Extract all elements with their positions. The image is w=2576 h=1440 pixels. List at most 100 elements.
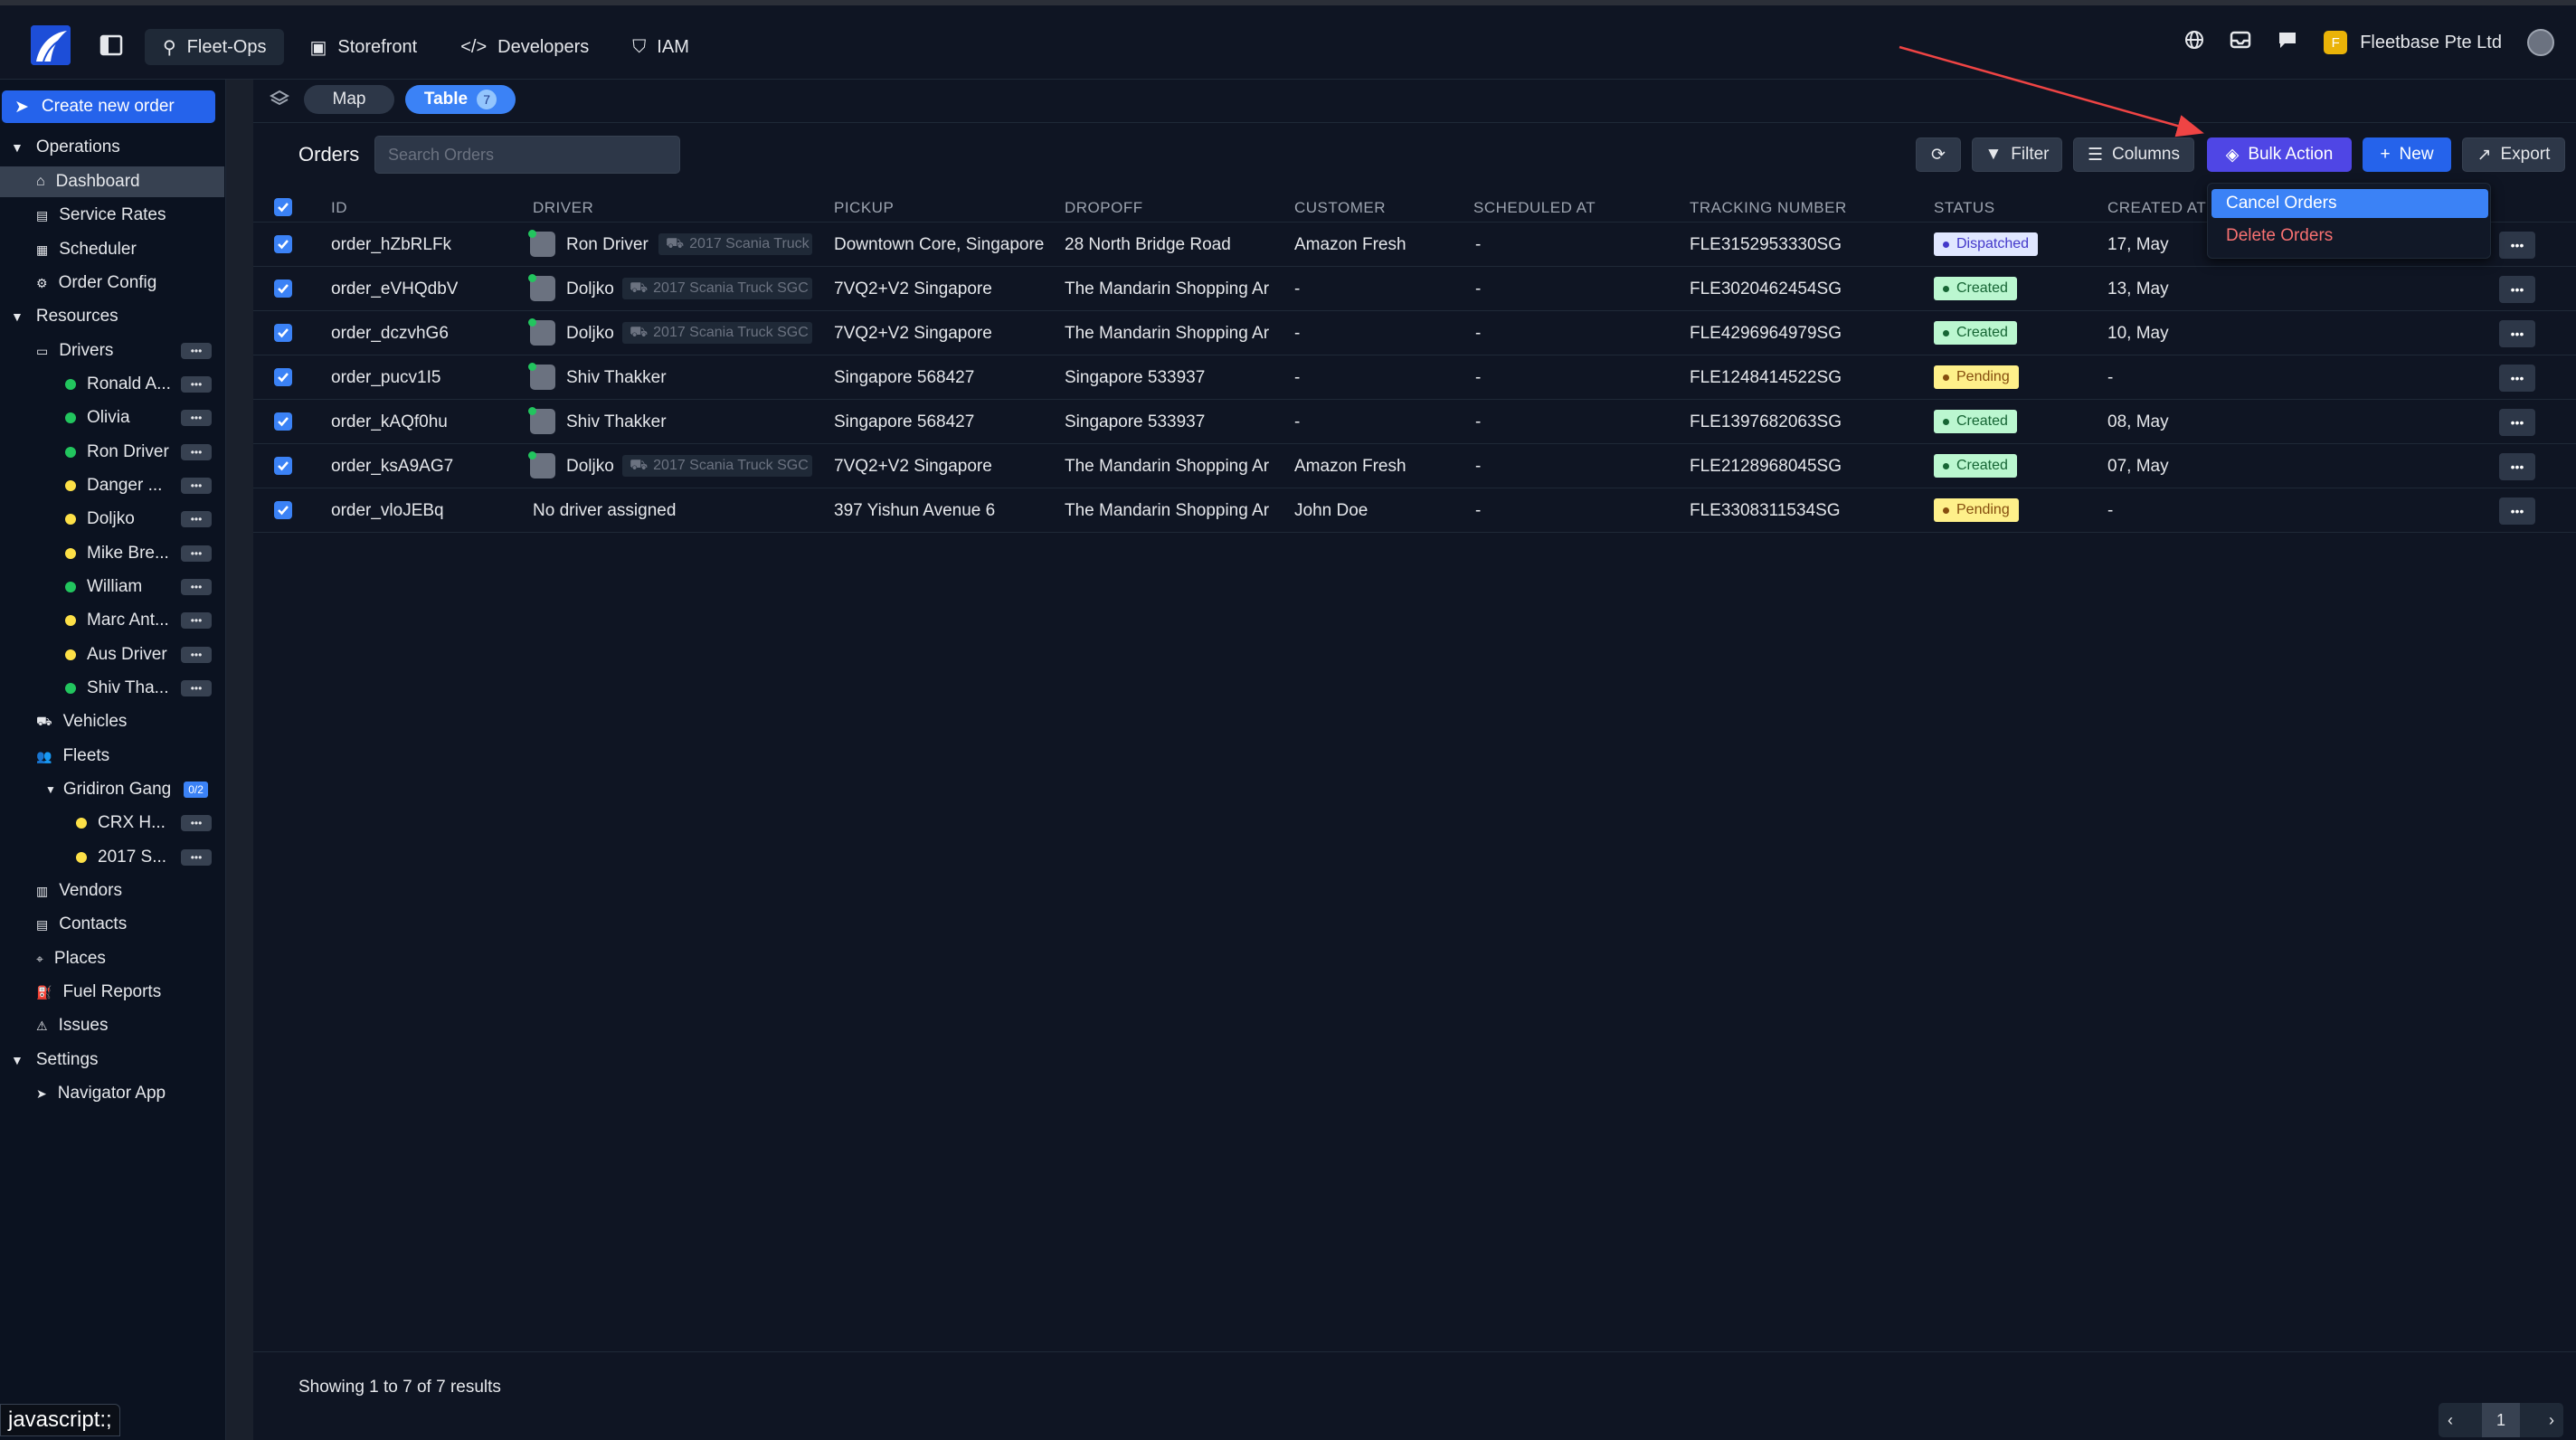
- more-options-button[interactable]: •••: [181, 545, 212, 562]
- row-checkbox[interactable]: [274, 501, 292, 519]
- column-header[interactable]: DROPOFF: [1065, 199, 1143, 217]
- more-options-button[interactable]: •••: [181, 478, 212, 494]
- fleet-vehicle-item[interactable]: 2017 S... •••: [0, 842, 224, 873]
- columns-button[interactable]: ☰ Columns: [2073, 137, 2194, 172]
- order-id[interactable]: order_pucv1I5: [331, 368, 440, 388]
- table-row[interactable]: order_dczvhG6 Doljko ⛟ 2017 Scania Truck …: [253, 311, 2576, 355]
- driver-item[interactable]: Aus Driver •••: [0, 639, 224, 670]
- order-id[interactable]: order_kAQf0hu: [331, 412, 448, 432]
- row-actions-button[interactable]: •••: [2499, 453, 2535, 480]
- sidebar-item-scheduler[interactable]: ▦ Scheduler: [0, 234, 224, 265]
- driver-item[interactable]: Olivia •••: [0, 403, 224, 433]
- column-header[interactable]: ID: [331, 199, 347, 217]
- section-resources[interactable]: ▼ Resources: [0, 301, 224, 332]
- more-options-button[interactable]: •••: [181, 647, 212, 663]
- more-options-button[interactable]: •••: [181, 815, 212, 831]
- row-actions-button[interactable]: •••: [2499, 276, 2535, 303]
- export-button[interactable]: ↗ Export: [2462, 137, 2565, 172]
- sidebar-item-vehicles[interactable]: ⛟ Vehicles: [0, 706, 224, 737]
- driver-item[interactable]: Doljko •••: [0, 504, 224, 535]
- row-actions-button[interactable]: •••: [2499, 365, 2535, 392]
- order-id[interactable]: order_vloJEBq: [331, 501, 444, 521]
- select-all-checkbox[interactable]: [274, 198, 292, 216]
- driver-name[interactable]: Doljko: [566, 457, 614, 477]
- row-checkbox[interactable]: [274, 324, 292, 342]
- column-header[interactable]: DRIVER: [533, 199, 593, 217]
- sidebar-item-places[interactable]: ⌖ Places: [0, 943, 224, 974]
- sidebar-item-issues[interactable]: ⚠ Issues: [0, 1010, 224, 1041]
- nav-fleet-ops[interactable]: ⚲ Fleet-Ops: [145, 29, 285, 65]
- filter-button[interactable]: ▼ Filter: [1972, 137, 2062, 172]
- refresh-button[interactable]: ⟳: [1916, 137, 1961, 172]
- more-options-button[interactable]: •••: [181, 849, 212, 866]
- tab-table[interactable]: Table 7: [405, 85, 516, 114]
- driver-name[interactable]: Ron Driver: [566, 235, 649, 255]
- column-header[interactable]: TRACKING NUMBER: [1690, 199, 1847, 217]
- globe-icon[interactable]: [2184, 30, 2204, 55]
- page-number[interactable]: 1: [2482, 1403, 2520, 1437]
- column-header[interactable]: STATUS: [1934, 199, 1995, 217]
- nav-iam[interactable]: ⛉ IAM: [614, 29, 707, 65]
- driver-name[interactable]: Shiv Thakker: [566, 412, 667, 432]
- cancel-orders-menu-item[interactable]: Cancel Orders: [2211, 189, 2488, 218]
- fleetbase-logo[interactable]: [31, 25, 71, 65]
- table-row[interactable]: order_vloJEBq No driver assigned 397 Yis…: [253, 488, 2576, 533]
- column-header[interactable]: PICKUP: [834, 199, 894, 217]
- more-options-button[interactable]: •••: [181, 343, 212, 359]
- row-checkbox[interactable]: [274, 279, 292, 298]
- row-checkbox[interactable]: [274, 368, 292, 386]
- chat-icon[interactable]: [2277, 30, 2298, 55]
- fleet-item[interactable]: ▼ Gridiron Gang 0/2: [0, 774, 224, 805]
- chevron-left-icon[interactable]: ‹: [2448, 1411, 2453, 1430]
- row-actions-button[interactable]: •••: [2499, 409, 2535, 436]
- more-options-button[interactable]: •••: [181, 579, 212, 595]
- table-row[interactable]: order_ksA9AG7 Doljko ⛟ 2017 Scania Truck …: [253, 444, 2576, 488]
- driver-name[interactable]: Doljko: [566, 279, 614, 299]
- more-options-button[interactable]: •••: [181, 444, 212, 460]
- more-options-button[interactable]: •••: [181, 612, 212, 629]
- row-checkbox[interactable]: [274, 412, 292, 431]
- nav-developers[interactable]: </> Developers: [442, 29, 607, 65]
- driver-item[interactable]: Marc Ant... •••: [0, 605, 224, 636]
- column-header[interactable]: CUSTOMER: [1294, 199, 1386, 217]
- column-header[interactable]: CREATED AT: [2107, 199, 2206, 217]
- tab-map[interactable]: Map: [304, 85, 394, 114]
- new-order-button[interactable]: + New: [2363, 137, 2451, 172]
- row-actions-button[interactable]: •••: [2499, 497, 2535, 525]
- sidebar-item-fuel-reports[interactable]: ⛽ Fuel Reports: [0, 977, 224, 1008]
- driver-name[interactable]: Shiv Thakker: [566, 368, 667, 388]
- sidebar-item-contacts[interactable]: ▤ Contacts: [0, 909, 224, 940]
- sidebar-item-fleets[interactable]: 👥 Fleets: [0, 741, 224, 772]
- order-id[interactable]: order_hZbRLFk: [331, 235, 451, 255]
- order-id[interactable]: order_dczvhG6: [331, 324, 449, 344]
- sidebar-item-dashboard[interactable]: ⌂ Dashboard: [0, 166, 224, 197]
- search-input[interactable]: Search Orders: [374, 136, 680, 174]
- driver-item[interactable]: Mike Bre... •••: [0, 538, 224, 569]
- driver-item[interactable]: Ron Driver •••: [0, 437, 224, 468]
- sidebar-item-navigator-app[interactable]: ➤ Navigator App: [0, 1078, 224, 1109]
- driver-item[interactable]: Ronald A... •••: [0, 369, 224, 400]
- more-options-button[interactable]: •••: [181, 680, 212, 696]
- layers-icon[interactable]: [269, 89, 290, 113]
- order-id[interactable]: order_eVHQdbV: [331, 279, 458, 299]
- table-row[interactable]: order_eVHQdbV Doljko ⛟ 2017 Scania Truck …: [253, 267, 2576, 311]
- nav-storefront[interactable]: ▣ Storefront: [291, 29, 435, 65]
- sidebar-item-order-config[interactable]: ⚙ Order Config: [0, 268, 224, 298]
- organization-switcher[interactable]: F Fleetbase Pte Ltd: [2324, 31, 2502, 54]
- row-actions-button[interactable]: •••: [2499, 320, 2535, 347]
- more-options-button[interactable]: •••: [181, 410, 212, 426]
- bulk-action-button[interactable]: ◈ Bulk Action: [2207, 137, 2352, 172]
- order-id[interactable]: order_ksA9AG7: [331, 457, 453, 477]
- delete-orders-menu-item[interactable]: Delete Orders: [2211, 222, 2488, 251]
- create-new-order-button[interactable]: ➤ Create new order: [2, 90, 215, 123]
- more-options-button[interactable]: •••: [181, 376, 212, 393]
- sidebar-toggle-icon[interactable]: [99, 34, 123, 61]
- row-actions-button[interactable]: •••: [2499, 232, 2535, 259]
- row-checkbox[interactable]: [274, 457, 292, 475]
- fleet-vehicle-item[interactable]: CRX H... •••: [0, 808, 224, 838]
- table-row[interactable]: order_pucv1I5 Shiv Thakker Singapore 568…: [253, 355, 2576, 400]
- inbox-icon[interactable]: [2230, 30, 2251, 55]
- driver-name[interactable]: Doljko: [566, 324, 614, 344]
- section-settings[interactable]: ▼ Settings: [0, 1045, 224, 1075]
- section-operations[interactable]: ▼ Operations: [0, 132, 224, 163]
